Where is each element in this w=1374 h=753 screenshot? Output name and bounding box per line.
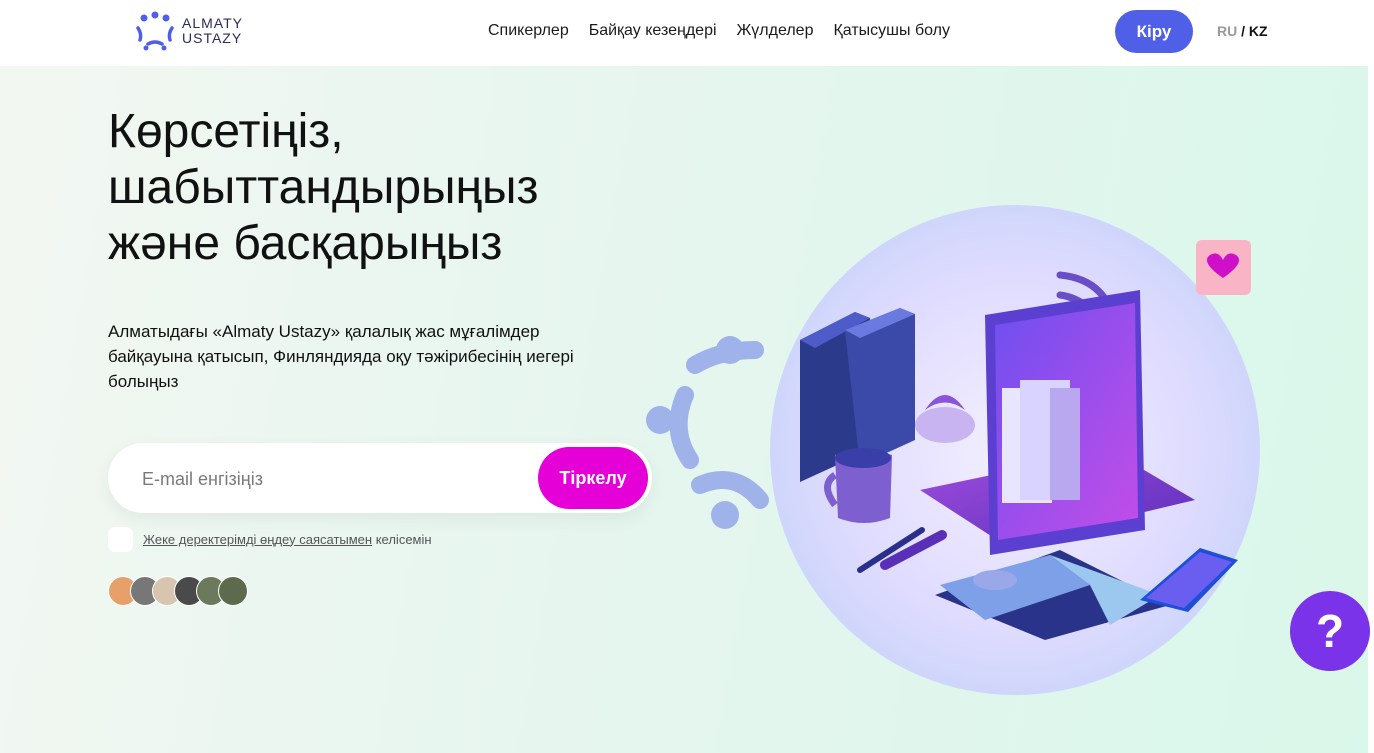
- lang-ru[interactable]: RU: [1217, 23, 1237, 39]
- consent-row: Жеке деректерімді өңдеу саясатымен келіс…: [108, 526, 432, 552]
- main-nav: Спикерлер Байқау кезеңдері Жүлделер Қаты…: [488, 22, 950, 40]
- logo-text: ALMATY USTAZY: [182, 16, 243, 46]
- nav-speakers[interactable]: Спикерлер: [488, 22, 569, 40]
- hero-title: Көрсетіңіз, шабыттандырыңыз және басқары…: [108, 105, 539, 270]
- logo-line1: ALMATY: [182, 15, 243, 31]
- nav-stages[interactable]: Байқау кезеңдері: [589, 22, 717, 40]
- heart-card: [1196, 240, 1251, 295]
- hero-description: Алматыдағы «Almaty Ustazy» қалалық жас м…: [108, 322, 574, 391]
- register-button[interactable]: Тіркелу: [538, 447, 648, 509]
- nav-participate[interactable]: Қатысушы болу: [833, 22, 950, 40]
- nav-prizes[interactable]: Жүлделер: [737, 22, 814, 40]
- scrollbar-gutter: [1368, 66, 1374, 753]
- logo-icon: [136, 11, 174, 51]
- consent-text: келісемін: [375, 531, 432, 547]
- login-button[interactable]: Кіру: [1115, 10, 1193, 53]
- lang-separator: /: [1241, 23, 1246, 39]
- email-input[interactable]: [140, 465, 524, 493]
- help-button[interactable]: ?: [1290, 591, 1370, 671]
- privacy-policy-link[interactable]: Жеке деректерімді өңдеу саясатымен: [143, 532, 372, 547]
- consent-text-wrap: Жеке деректерімді өңдеу саясатымен келіс…: [143, 532, 432, 547]
- logo-line2: USTAZY: [182, 30, 243, 46]
- participant-avatars: [108, 576, 248, 606]
- lang-kz[interactable]: KZ: [1249, 23, 1268, 39]
- signup-form: Тіркелу: [108, 443, 652, 513]
- language-switcher: RU / KZ: [1217, 23, 1268, 39]
- avatar: [218, 576, 248, 606]
- consent-checkbox[interactable]: [108, 526, 133, 552]
- site-header: ALMATY USTAZY Спикерлер Байқау кезеңдері…: [0, 0, 1374, 66]
- hero-illustration: [646, 205, 1260, 695]
- decor-swirl: [646, 336, 769, 529]
- logo[interactable]: ALMATY USTAZY: [134, 10, 264, 52]
